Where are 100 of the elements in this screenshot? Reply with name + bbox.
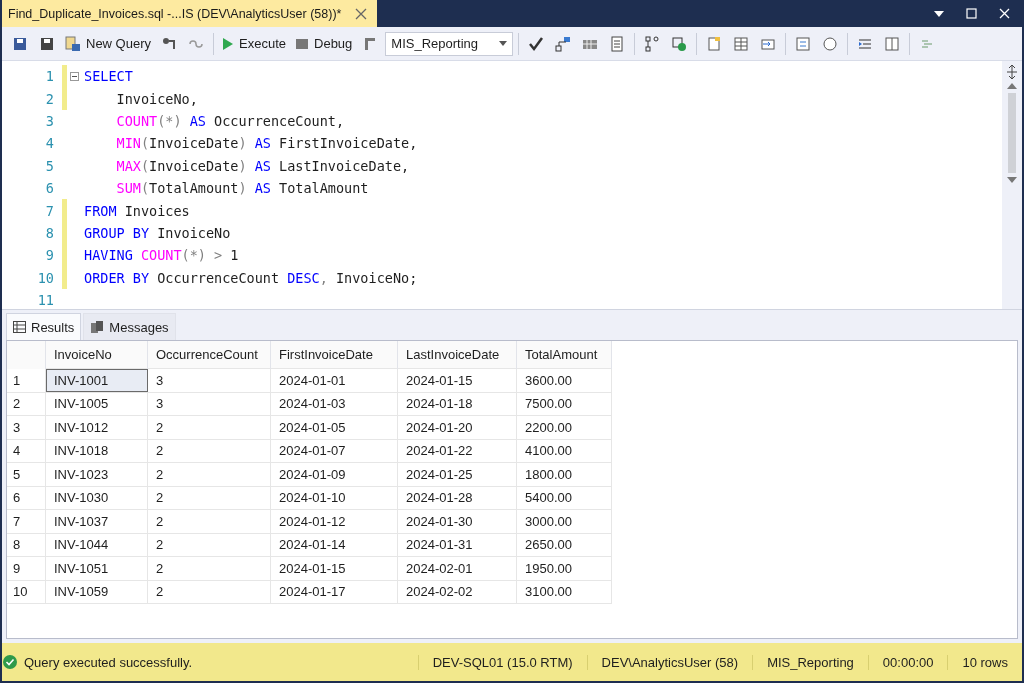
line-number: 3 — [44, 112, 55, 129]
table-cell: 2 — [147, 556, 271, 580]
table-cell: 2024-01-17 — [270, 580, 398, 604]
row-number: 4 — [7, 439, 46, 463]
line-number: 9 — [44, 247, 55, 264]
table-cell: INV-1018 — [45, 439, 148, 463]
line-number: 1 — [44, 68, 55, 85]
table-cell: 2650.00 — [516, 533, 612, 557]
debug-button[interactable]: Debug — [292, 34, 356, 53]
status-message: Query executed successfully. — [24, 654, 193, 670]
table-cell: 7500.00 — [516, 392, 612, 416]
code-line: GROUP BY InvoiceNo — [84, 224, 231, 241]
column-header[interactable]: FirstInvoiceDate — [270, 341, 398, 369]
maximize-icon — [966, 8, 977, 19]
collapse-icon — [70, 71, 79, 81]
code-line: COUNT(*) AS OccurrenceCount, — [115, 112, 345, 129]
table-cell: 1950.00 — [516, 556, 612, 580]
table-cell: INV-1044 — [45, 533, 148, 557]
close-icon — [999, 8, 1010, 19]
line-number: 5 — [44, 157, 55, 174]
table-cell: INV-1001 — [45, 368, 148, 392]
line-number: 8 — [44, 224, 55, 241]
table-cell: 3100.00 — [516, 580, 612, 604]
table-cell: 2024-01-01 — [270, 368, 398, 392]
caret-icon — [499, 41, 508, 46]
column-header[interactable]: LastInvoiceDate — [397, 341, 517, 369]
table-cell: 2 — [147, 415, 271, 439]
line-number: 10 — [36, 269, 55, 286]
row-number: 9 — [7, 556, 46, 580]
row-number: 6 — [7, 486, 46, 510]
line-number: 6 — [44, 180, 55, 197]
table-cell: 2024-01-20 — [397, 415, 517, 439]
code-line: SUM(TotalAmount) AS TotalAmount — [115, 180, 369, 197]
table-cell: INV-1059 — [45, 580, 148, 604]
database-dropdown[interactable]: MIS_Reporting — [385, 31, 514, 56]
scrollbar-thumb[interactable] — [1008, 93, 1016, 173]
play-icon — [222, 36, 235, 51]
row-number: 7 — [7, 509, 46, 533]
table-cell: 2024-01-15 — [397, 368, 517, 392]
split-icon — [1006, 65, 1018, 79]
scroll-down-icon — [1007, 177, 1017, 183]
column-header[interactable]: TotalAmount — [516, 341, 612, 369]
code-line: HAVING COUNT(*) > 1 — [84, 247, 239, 264]
table-cell: 5400.00 — [516, 486, 612, 510]
execute-button[interactable]: Execute — [219, 34, 289, 53]
code-line: ORDER BY OccurrenceCount DESC, InvoiceNo; — [84, 269, 418, 286]
table-cell: 2024-01-28 — [397, 486, 517, 510]
table-cell: 3 — [147, 368, 271, 392]
table-cell: 2024-01-30 — [397, 509, 517, 533]
table-cell: 2 — [147, 462, 271, 486]
code-line: SELECT — [84, 68, 133, 85]
dropdown-icon — [934, 10, 944, 17]
results-tab[interactable]: Results — [6, 313, 82, 340]
table-cell: 2 — [147, 486, 271, 510]
row-number: 10 — [7, 580, 46, 604]
table-cell: 2024-01-14 — [270, 533, 398, 557]
line-number: 4 — [44, 135, 55, 152]
table-cell: 2024-01-18 — [397, 392, 517, 416]
table-cell: 4100.00 — [516, 439, 612, 463]
table-cell: INV-1005 — [45, 392, 148, 416]
table-cell: 2200.00 — [516, 415, 612, 439]
results-tab[interactable]: Messages — [83, 313, 176, 340]
table-cell: 2 — [147, 580, 271, 604]
table-cell: 2024-01-05 — [270, 415, 398, 439]
table-cell: 2024-01-07 — [270, 439, 398, 463]
status-segment: 00:00:00 — [867, 654, 948, 670]
table-cell: INV-1037 — [45, 509, 148, 533]
table-cell: 2024-01-15 — [270, 556, 398, 580]
line-number: 7 — [44, 202, 55, 219]
close-icon — [355, 7, 368, 20]
success-icon — [2, 654, 18, 670]
column-header[interactable]: InvoiceNo — [45, 341, 148, 369]
table-cell: 2 — [147, 533, 271, 557]
table-cell: 2024-01-25 — [397, 462, 517, 486]
table-cell: INV-1012 — [45, 415, 148, 439]
status-segment: MIS_Reporting — [752, 654, 868, 670]
table-cell: 2024-02-01 — [397, 556, 517, 580]
table-cell: 2 — [147, 439, 271, 463]
scroll-up-icon — [1007, 83, 1017, 89]
table-cell: 3600.00 — [516, 368, 612, 392]
table-cell: 2 — [147, 509, 271, 533]
status-segment: 10 rows — [947, 654, 1022, 670]
row-number: 8 — [7, 533, 46, 557]
table-cell: INV-1051 — [45, 556, 148, 580]
status-segment: DEV\AnalyticsUser (58) — [586, 654, 753, 670]
code-line: MIN(InvoiceDate) AS FirstInvoiceDate, — [115, 135, 418, 152]
row-number: 5 — [7, 462, 46, 486]
column-header[interactable]: OccurrenceCount — [147, 341, 271, 369]
new-query-icon — [65, 35, 81, 52]
table-cell: 2024-01-31 — [397, 533, 517, 557]
table-cell: INV-1030 — [45, 486, 148, 510]
table-cell: 3000.00 — [516, 509, 612, 533]
table-cell: INV-1023 — [45, 462, 148, 486]
table-cell: 2024-01-09 — [270, 462, 398, 486]
new-query-button[interactable]: New Query — [62, 33, 155, 54]
table-cell: 2024-01-10 — [270, 486, 398, 510]
code-line: MAX(InvoiceDate) AS LastInvoiceDate, — [115, 157, 410, 174]
row-number: 2 — [7, 392, 46, 416]
status-segment: DEV-SQL01 (15.0 RTM) — [417, 654, 587, 670]
table-cell: 2024-01-12 — [270, 509, 398, 533]
